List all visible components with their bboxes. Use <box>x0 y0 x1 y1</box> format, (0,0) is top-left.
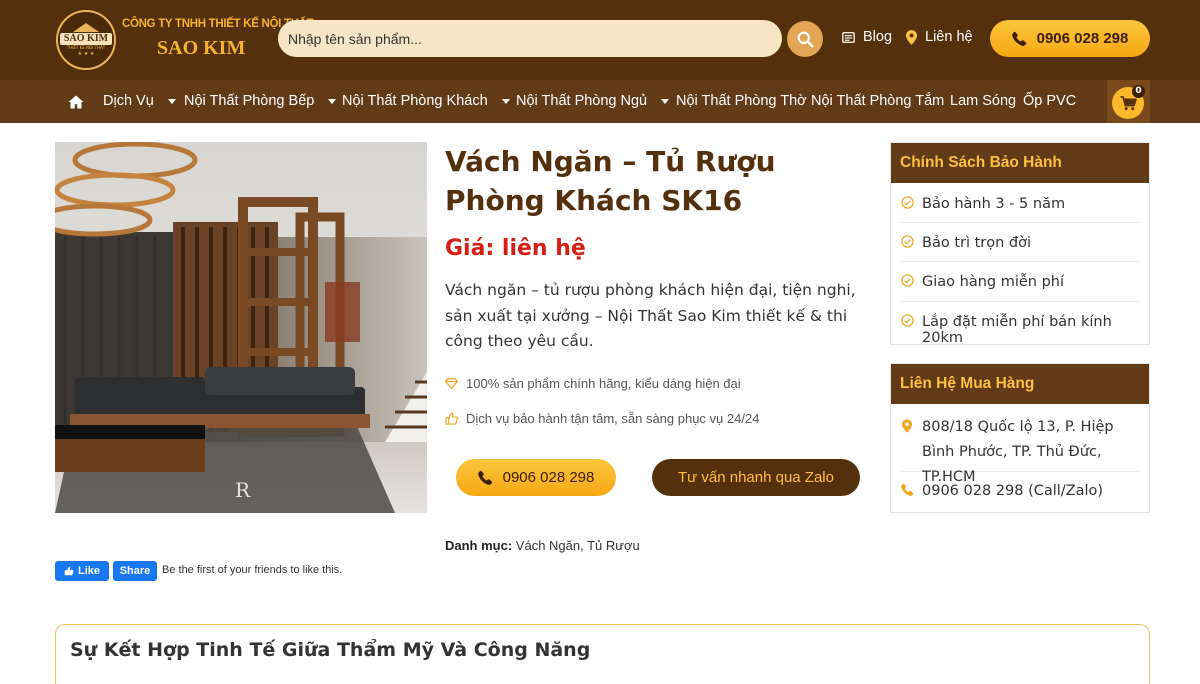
product-image[interactable]: R <box>55 142 427 513</box>
thumbs-up-icon <box>64 566 74 576</box>
zalo-button[interactable]: Tư vấn nhanh qua Zalo <box>652 459 860 496</box>
section-title: Sự Kết Hợp Tinh Tế Giữa Thẩm Mỹ Và Công … <box>70 639 591 661</box>
living-room-photo: R <box>55 142 427 513</box>
blog-link[interactable]: Blog <box>842 29 892 45</box>
warranty-item: Bảo hành 3 - 5 năm <box>900 183 1140 223</box>
nav-item-phong-tam[interactable]: Nội Thất Phòng Tắm <box>811 93 944 109</box>
call-button-label: 0906 028 298 <box>502 469 595 486</box>
like-label: Like <box>77 565 100 577</box>
product-category: Danh mục: Vách Ngăn, Tủ Rượu <box>445 538 640 553</box>
warranty-item-text: Bảo hành 3 - 5 năm <box>922 196 1066 212</box>
phone-icon <box>1011 31 1026 46</box>
check-circle-icon <box>900 235 914 248</box>
home-icon <box>68 95 84 109</box>
map-pin-icon <box>906 29 917 45</box>
nav-item-phong-ngu[interactable]: Nội Thất Phòng Ngủ <box>516 93 670 109</box>
newspaper-icon <box>842 31 855 43</box>
map-pin-icon <box>900 415 914 433</box>
warranty-item-text: Lắp đặt miễn phí bán kính 20km <box>922 314 1112 346</box>
warranty-title: Chính Sách Bảo Hành <box>891 143 1149 183</box>
product-title: Vách Ngăn – Tủ Rượu Phòng Khách SK16 <box>445 145 776 217</box>
contact-title: Liên Hệ Mua Hàng <box>891 364 1149 404</box>
nav-label: Lam Sóng <box>950 93 1017 109</box>
contact-label: Liên hệ <box>925 29 973 45</box>
nav-item-phong-bep[interactable]: Nội Thất Phòng Bếp <box>184 93 337 109</box>
search-icon <box>797 31 813 47</box>
nav-label: Ốp PVC <box>1023 93 1077 109</box>
diamond-icon <box>445 378 458 389</box>
feature-item: 100% sản phẩm chính hãng, kiểu dáng hiện… <box>445 376 741 391</box>
nav-label: Nội Thất Phòng Khách <box>342 93 488 109</box>
zalo-button-label: Tư vấn nhanh qua Zalo <box>678 469 834 486</box>
warranty-box: Chính Sách Bảo Hành Bảo hành 3 - 5 năm B… <box>890 142 1150 346</box>
feature-text: 100% sản phẩm chính hãng, kiểu dáng hiện… <box>466 376 741 391</box>
call-button[interactable]: 0906 028 298 <box>456 459 616 496</box>
product-price: Giá: liên hệ <box>445 236 586 261</box>
phone-icon <box>477 470 492 485</box>
top-header: SAO KIM THIẾT KẾ NỘI THẤT ★ ★ ★ CÔNG TY … <box>0 0 1200 80</box>
cart-icon <box>1120 95 1137 110</box>
facebook-like-button[interactable]: Like <box>55 561 109 581</box>
nav-item-phong-tho[interactable]: Nội Thất Phòng Thờ <box>676 93 807 109</box>
contact-address: 808/18 Quốc lộ 13, P. Hiệp Bình Phước, T… <box>922 419 1114 485</box>
thumbs-up-icon <box>445 412 458 425</box>
feature-item: Dịch vụ bảo hành tận tâm, sẵn sàng phục … <box>445 411 759 426</box>
logo-stars-icon: ★ ★ ★ <box>77 51 95 57</box>
chevron-down-icon <box>328 98 337 104</box>
logo-word: SAO KIM <box>59 33 113 45</box>
category-value[interactable]: Vách Ngăn, Tủ Rượu <box>516 538 640 553</box>
check-circle-icon <box>900 314 914 327</box>
cart-button[interactable]: 0 <box>1107 80 1150 123</box>
warranty-item-text: Giao hàng miễn phí <box>922 274 1065 290</box>
hotline-button[interactable]: 0906 028 298 <box>990 20 1150 57</box>
hotline-number: 0906 028 298 <box>1036 30 1129 47</box>
nav-item-phong-khach[interactable]: Nội Thất Phòng Khách <box>342 93 510 109</box>
warranty-item: Lắp đặt miễn phí bán kính 20km <box>900 302 1140 346</box>
contact-address-row: 808/18 Quốc lộ 13, P. Hiệp Bình Phước, T… <box>900 404 1140 485</box>
company-name-line2: SAO KIM <box>157 37 246 59</box>
product-description: Vách ngăn – tủ rượu phòng khách hiện đại… <box>445 281 856 350</box>
logo-roof-icon <box>73 23 99 32</box>
facebook-share-button[interactable]: Share <box>113 561 157 581</box>
cart-count-badge: 0 <box>1132 85 1145 98</box>
share-label: Share <box>119 565 151 577</box>
search-button[interactable] <box>787 21 823 57</box>
nav-label: Dịch Vụ <box>103 93 154 109</box>
nav-item-op-pvc[interactable]: Ốp PVC <box>1023 93 1076 109</box>
warranty-item-text: Bảo trì trọn đời <box>922 235 1032 251</box>
nav-home[interactable] <box>68 94 84 113</box>
search-input[interactable] <box>278 20 782 57</box>
chevron-down-icon <box>501 98 510 104</box>
check-circle-icon <box>900 196 914 209</box>
feature-text: Dịch vụ bảo hành tận tâm, sẵn sàng phục … <box>466 411 760 426</box>
content-section: Sự Kết Hợp Tinh Tế Giữa Thẩm Mỹ Và Công … <box>55 624 1150 684</box>
nav-label: Nội Thất Phòng Ngủ <box>516 93 648 109</box>
chevron-down-icon <box>167 98 176 104</box>
image-watermark: R <box>235 478 251 502</box>
chevron-down-icon <box>661 98 670 104</box>
nav-item-lam-song[interactable]: Lam Sóng <box>950 93 1016 109</box>
check-circle-icon <box>900 274 914 287</box>
facebook-social-text: Be the first of your friends to like thi… <box>162 564 343 576</box>
phone-icon <box>900 483 914 496</box>
blog-label: Blog <box>863 29 893 45</box>
main-nav: Dịch Vụ Nội Thất Phòng Bếp Nội Thất Phòn… <box>0 80 1200 123</box>
warranty-item: Giao hàng miễn phí <box>900 262 1140 302</box>
contact-phone: 0906 028 298 (Call/Zalo) <box>922 483 1104 499</box>
nav-label: Nội Thất Phòng Bếp <box>184 93 315 109</box>
logo[interactable]: SAO KIM THIẾT KẾ NỘI THẤT ★ ★ ★ <box>56 10 116 70</box>
nav-label: Nội Thất Phòng Thờ <box>676 93 807 109</box>
nav-item-dich-vu[interactable]: Dịch Vụ <box>103 93 176 109</box>
contact-box: Liên Hệ Mua Hàng 808/18 Quốc lộ 13, P. H… <box>890 363 1150 513</box>
category-label: Danh mục: <box>445 538 513 553</box>
warranty-item: Bảo trì trọn đời <box>900 223 1140 262</box>
contact-link[interactable]: Liên hệ <box>906 29 973 45</box>
nav-label: Nội Thất Phòng Tắm <box>811 93 945 109</box>
